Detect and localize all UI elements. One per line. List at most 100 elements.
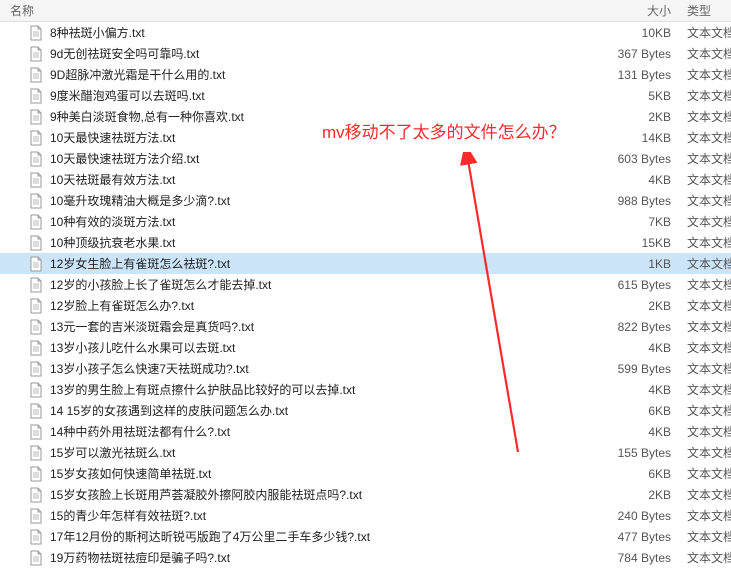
file-type: 文本文档 xyxy=(681,66,731,83)
text-file-icon xyxy=(28,298,44,314)
file-row[interactable]: 10天最快速祛斑方法.txt14KB文本文档 xyxy=(0,127,731,148)
text-file-icon xyxy=(28,109,44,125)
text-file-icon xyxy=(28,172,44,188)
file-type: 文本文档 xyxy=(681,381,731,398)
text-file-icon xyxy=(28,403,44,419)
file-type: 文本文档 xyxy=(681,234,731,251)
file-type: 文本文档 xyxy=(681,255,731,272)
header-name[interactable]: 名称 xyxy=(0,2,601,19)
text-file-icon xyxy=(28,550,44,566)
file-size: 603 Bytes xyxy=(601,152,681,166)
file-row[interactable]: 19万药物祛斑祛痘印是骗子吗?.txt784 Bytes文本文档 xyxy=(0,547,731,568)
file-name: 17年12月份的斯柯达昕锐丐版跑了4万公里二手车多少钱?.txt xyxy=(50,528,601,545)
file-row[interactable]: 13岁小孩儿吃什么水果可以去斑.txt4KB文本文档 xyxy=(0,337,731,358)
text-file-icon xyxy=(28,319,44,335)
file-row[interactable]: 10天祛斑最有效方法.txt4KB文本文档 xyxy=(0,169,731,190)
file-name: 9度米醋泡鸡蛋可以去斑吗.txt xyxy=(50,87,601,104)
text-file-icon xyxy=(28,508,44,524)
text-file-icon xyxy=(28,235,44,251)
file-type: 文本文档 xyxy=(681,192,731,209)
file-row[interactable]: 9种美白淡斑食物,总有一种你喜欢.txt2KB文本文档 xyxy=(0,106,731,127)
file-name: 12岁女生脸上有雀斑怎么祛斑?.txt xyxy=(50,255,601,272)
file-type: 文本文档 xyxy=(681,297,731,314)
text-file-icon xyxy=(28,151,44,167)
file-type: 文本文档 xyxy=(681,213,731,230)
file-type: 文本文档 xyxy=(681,150,731,167)
file-name: 10毫升玫瑰精油大概是多少滴?.txt xyxy=(50,192,601,209)
file-row[interactable]: 15岁女孩如何快速简单祛斑.txt6KB文本文档 xyxy=(0,463,731,484)
file-row[interactable]: 10种顶级抗衰老水果.txt15KB文本文档 xyxy=(0,232,731,253)
file-name: 14种中药外用祛斑法都有什么?.txt xyxy=(50,423,601,440)
file-row[interactable]: 10毫升玫瑰精油大概是多少滴?.txt988 Bytes文本文档 xyxy=(0,190,731,211)
file-size: 6KB xyxy=(601,467,681,481)
text-file-icon xyxy=(28,256,44,272)
file-name: 12岁脸上有雀斑怎么办?.txt xyxy=(50,297,601,314)
file-name: 14 15岁的女孩遇到这样的皮肤问题怎么办.txt xyxy=(50,402,601,419)
text-file-icon xyxy=(28,277,44,293)
file-row[interactable]: 12岁的小孩脸上长了雀斑怎么才能去掉.txt615 Bytes文本文档 xyxy=(0,274,731,295)
file-size: 367 Bytes xyxy=(601,47,681,61)
file-row[interactable]: 17年12月份的斯柯达昕锐丐版跑了4万公里二手车多少钱?.txt477 Byte… xyxy=(0,526,731,547)
file-row[interactable]: 13岁小孩子怎么快速7天祛斑成功?.txt599 Bytes文本文档 xyxy=(0,358,731,379)
file-name: 15岁可以激光祛斑么.txt xyxy=(50,444,601,461)
file-name: 8种祛斑小偏方.txt xyxy=(50,24,601,41)
file-name: 9种美白淡斑食物,总有一种你喜欢.txt xyxy=(50,108,601,125)
header-size[interactable]: 大小 xyxy=(601,2,681,19)
file-size: 784 Bytes xyxy=(601,551,681,565)
file-size: 1KB xyxy=(601,257,681,271)
file-row[interactable]: 10天最快速祛斑方法介绍.txt603 Bytes文本文档 xyxy=(0,148,731,169)
file-row[interactable]: 15的青少年怎样有效祛斑?.txt240 Bytes文本文档 xyxy=(0,505,731,526)
file-size: 14KB xyxy=(601,131,681,145)
text-file-icon xyxy=(28,67,44,83)
file-size: 2KB xyxy=(601,299,681,313)
file-row[interactable]: 10种有效的淡斑方法.txt7KB文本文档 xyxy=(0,211,731,232)
file-size: 988 Bytes xyxy=(601,194,681,208)
file-size: 155 Bytes xyxy=(601,446,681,460)
file-row[interactable]: 12岁脸上有雀斑怎么办?.txt2KB文本文档 xyxy=(0,295,731,316)
file-name: 9D超脉冲激光霜是干什么用的.txt xyxy=(50,66,601,83)
file-row[interactable]: 8种祛斑小偏方.txt10KB文本文档 xyxy=(0,22,731,43)
file-name: 10种有效的淡斑方法.txt xyxy=(50,213,601,230)
file-row[interactable]: 13岁的男生脸上有斑点擦什么护肤品比较好的可以去掉.txt4KB文本文档 xyxy=(0,379,731,400)
file-size: 7KB xyxy=(601,215,681,229)
file-type: 文本文档 xyxy=(681,171,731,188)
file-type: 文本文档 xyxy=(681,129,731,146)
text-file-icon xyxy=(28,424,44,440)
file-name: 13元一套的吉米淡斑霜会是真货吗?.txt xyxy=(50,318,601,335)
file-name: 12岁的小孩脸上长了雀斑怎么才能去掉.txt xyxy=(50,276,601,293)
file-size: 10KB xyxy=(601,26,681,40)
file-row[interactable]: 9d无创祛斑安全吗可靠吗.txt367 Bytes文本文档 xyxy=(0,43,731,64)
file-size: 599 Bytes xyxy=(601,362,681,376)
file-type: 文本文档 xyxy=(681,507,731,524)
file-type: 文本文档 xyxy=(681,465,731,482)
text-file-icon xyxy=(28,214,44,230)
text-file-icon xyxy=(28,193,44,209)
file-type: 文本文档 xyxy=(681,528,731,545)
text-file-icon xyxy=(28,487,44,503)
file-row[interactable]: 9D超脉冲激光霜是干什么用的.txt131 Bytes文本文档 xyxy=(0,64,731,85)
file-type: 文本文档 xyxy=(681,276,731,293)
column-header: 名称 大小 类型 xyxy=(0,0,731,22)
header-type[interactable]: 类型 xyxy=(681,2,731,19)
file-row[interactable]: 13元一套的吉米淡斑霜会是真货吗?.txt822 Bytes文本文档 xyxy=(0,316,731,337)
file-type: 文本文档 xyxy=(681,45,731,62)
file-row[interactable]: 14种中药外用祛斑法都有什么?.txt4KB文本文档 xyxy=(0,421,731,442)
file-size: 15KB xyxy=(601,236,681,250)
file-row[interactable]: 12岁女生脸上有雀斑怎么祛斑?.txt1KB文本文档 xyxy=(0,253,731,274)
text-file-icon xyxy=(28,25,44,41)
file-type: 文本文档 xyxy=(681,549,731,566)
file-name: 10种顶级抗衰老水果.txt xyxy=(50,234,601,251)
file-row[interactable]: 15岁可以激光祛斑么.txt155 Bytes文本文档 xyxy=(0,442,731,463)
file-type: 文本文档 xyxy=(681,24,731,41)
text-file-icon xyxy=(28,382,44,398)
file-row[interactable]: 15岁女孩脸上长斑用芦荟凝胶外擦阿胶内服能祛斑点吗?.txt2KB文本文档 xyxy=(0,484,731,505)
file-size: 822 Bytes xyxy=(601,320,681,334)
file-row[interactable]: 9度米醋泡鸡蛋可以去斑吗.txt5KB文本文档 xyxy=(0,85,731,106)
file-list: 8种祛斑小偏方.txt10KB文本文档9d无创祛斑安全吗可靠吗.txt367 B… xyxy=(0,22,731,568)
file-type: 文本文档 xyxy=(681,402,731,419)
file-row[interactable]: 14 15岁的女孩遇到这样的皮肤问题怎么办.txt6KB文本文档 xyxy=(0,400,731,421)
file-type: 文本文档 xyxy=(681,360,731,377)
file-type: 文本文档 xyxy=(681,423,731,440)
file-size: 240 Bytes xyxy=(601,509,681,523)
file-name: 15的青少年怎样有效祛斑?.txt xyxy=(50,507,601,524)
